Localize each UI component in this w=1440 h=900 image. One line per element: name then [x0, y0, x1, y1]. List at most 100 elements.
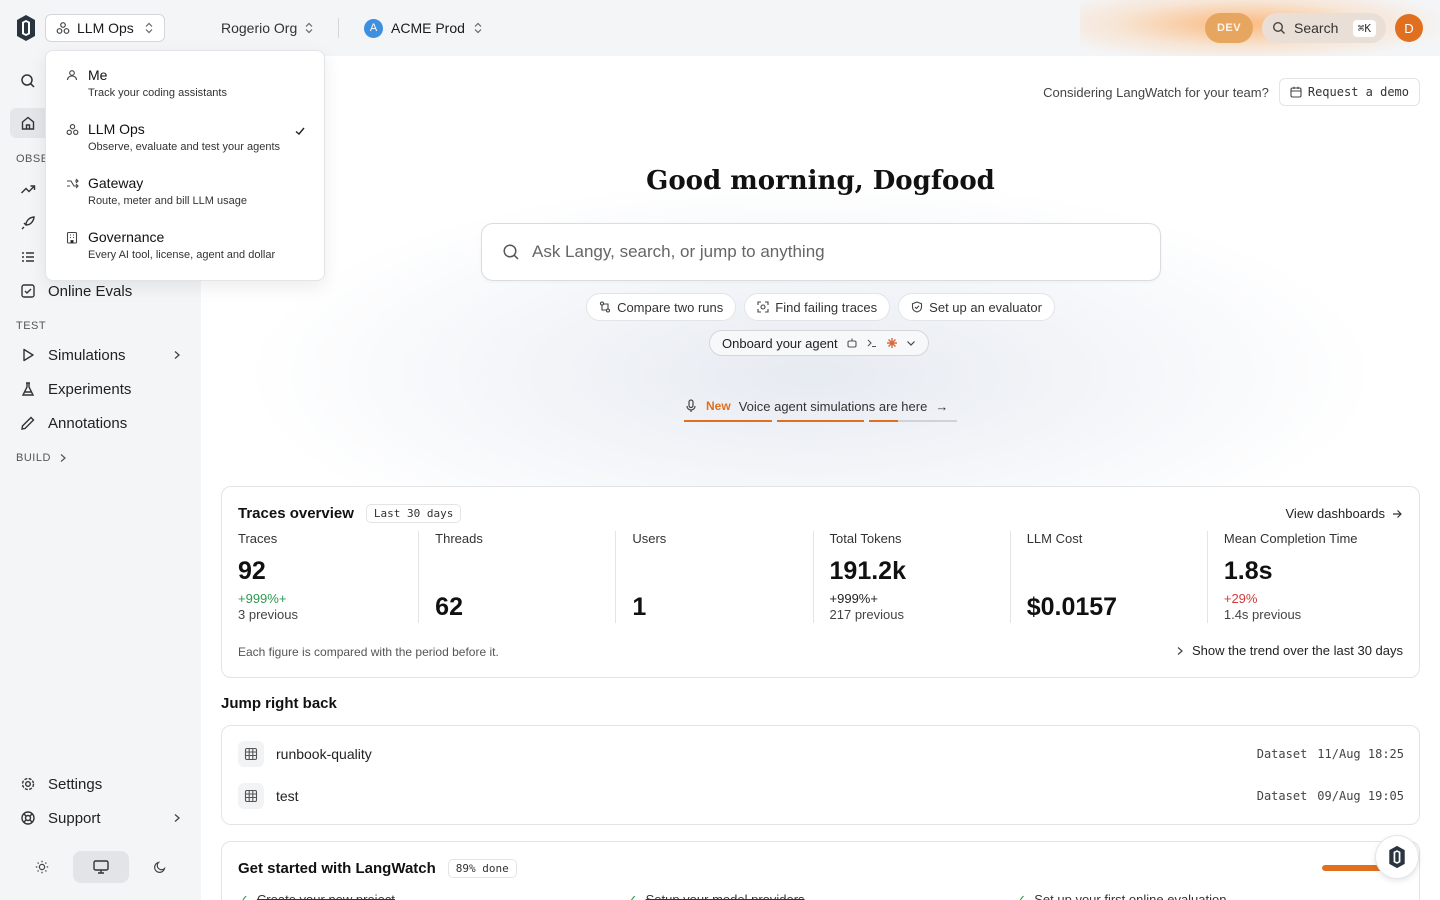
- metric-mean-completion-time[interactable]: Mean Completion Time 1.8s +29% 1.4s prev…: [1206, 531, 1404, 623]
- onboarding-step[interactable]: ✓ Setup your model providers: [627, 892, 1016, 900]
- sidebar-item-annotations[interactable]: Annotations: [10, 408, 190, 438]
- menu-item-me[interactable]: Me Track your coding assistants: [52, 57, 318, 111]
- check-icon: ✓: [1015, 892, 1027, 900]
- theme-system-button[interactable]: [73, 851, 129, 883]
- view-dashboards-link[interactable]: View dashboards: [1286, 506, 1404, 521]
- metric-llm-cost[interactable]: LLM Cost $0.0157: [1009, 531, 1207, 623]
- recent-item-name: runbook-quality: [276, 746, 372, 762]
- recent-item-row[interactable]: test Dataset 09/Aug 19:05: [238, 780, 1404, 812]
- news-banner[interactable]: New Voice agent simulations are here →: [684, 390, 957, 422]
- top-bar: LLM Ops Rogerio Org A ACME Prod DEV Sear…: [0, 0, 1440, 60]
- chip-label: Compare two runs: [617, 299, 724, 315]
- pencil-icon: [21, 416, 35, 430]
- chevron-updown-icon: [145, 22, 153, 34]
- metric-traces[interactable]: Traces 92 +999%+ 3 previous: [238, 531, 418, 623]
- period-badge: Last 30 days: [365, 504, 462, 523]
- onboarding-step[interactable]: ✓ Set up your first online evaluation: [1015, 892, 1404, 900]
- menu-item-desc: Track your coding assistants: [88, 87, 227, 99]
- search-button[interactable]: Search ⌘K: [1262, 13, 1386, 43]
- sidebar-item-home[interactable]: [10, 108, 50, 138]
- demo-banner: Considering LangWatch for your team? Req…: [1043, 78, 1420, 106]
- theme-dark-button[interactable]: [132, 851, 188, 883]
- onboard-agent-button[interactable]: Onboard your agent: [709, 330, 929, 356]
- check-icon: [295, 127, 305, 135]
- org-label: Rogerio Org: [221, 20, 298, 36]
- traces-footnote: Each figure is compared with the period …: [238, 645, 499, 659]
- chip-setup-evaluator[interactable]: Set up an evaluator: [898, 293, 1055, 321]
- menu-item-llm-ops[interactable]: LLM Ops Observe, evaluate and test your …: [52, 111, 318, 165]
- chip-failing-traces[interactable]: Find failing traces: [744, 293, 891, 321]
- ask-langy-input[interactable]: Ask Langy, search, or jump to anything: [481, 223, 1161, 281]
- sidebar-item-experiments[interactable]: Experiments: [10, 374, 190, 404]
- project-label: ACME Prod: [391, 20, 465, 36]
- sidebar-section-build[interactable]: BUILD: [16, 452, 67, 464]
- sidebar-item-traces[interactable]: [10, 242, 50, 272]
- news-progress-fill: [869, 420, 899, 422]
- recent-item-meta: Dataset 09/Aug 19:05: [1257, 789, 1404, 803]
- org-switcher[interactable]: Rogerio Org: [221, 14, 314, 42]
- news-progress-segment: [776, 420, 865, 422]
- project-switcher[interactable]: A ACME Prod: [364, 14, 483, 42]
- product-label: LLM Ops: [77, 20, 134, 36]
- menu-item-desc: Route, meter and bill LLM usage: [88, 195, 247, 207]
- metric-users[interactable]: Users 1: [615, 531, 812, 623]
- chevron-right-icon: [60, 454, 66, 462]
- sidebar-label: Support: [48, 809, 101, 827]
- trending-up-icon: [21, 185, 36, 194]
- metric-total-tokens[interactable]: Total Tokens 191.2k +999%+ 217 previous: [812, 531, 1010, 623]
- recent-item-row[interactable]: runbook-quality Dataset 11/Aug 18:25: [238, 738, 1404, 770]
- langwatch-logo-icon[interactable]: [14, 14, 38, 42]
- topbar-divider: [338, 18, 339, 38]
- play-icon: [23, 348, 34, 362]
- search-shortcut: ⌘K: [1352, 19, 1376, 37]
- show-trend-toggle[interactable]: Show the trend over the last 30 days: [1176, 643, 1403, 658]
- chevron-right-icon: [174, 351, 180, 359]
- menu-item-governance[interactable]: Governance Every AI tool, license, agent…: [52, 219, 318, 273]
- recent-item-time: 09/Aug 19:05: [1317, 789, 1404, 803]
- onboarding-steps: ✓ Create your new project ✓ Setup your mod…: [238, 892, 1404, 900]
- sidebar-label: Online Evals: [48, 282, 133, 300]
- top-glow: [1080, 0, 1440, 60]
- request-demo-button[interactable]: Request a demo: [1278, 78, 1420, 106]
- scan-icon: [757, 301, 769, 313]
- sidebar-item-support[interactable]: Support: [10, 803, 190, 833]
- news-progress-segment: [869, 420, 958, 422]
- search-icon: [21, 74, 35, 88]
- microphone-icon: [686, 399, 696, 412]
- metric-delta: +999%+: [829, 591, 878, 606]
- demo-prompt: Considering LangWatch for your team?: [1043, 84, 1269, 100]
- menu-item-title: Gateway: [88, 175, 144, 191]
- menu-item-title: Me: [88, 67, 108, 83]
- rocket-icon: [21, 216, 35, 230]
- news-tag: New: [706, 399, 731, 413]
- sidebar-item-simulations[interactable]: Simulations: [10, 340, 190, 370]
- onboarding-step[interactable]: ✓ Create your new project: [238, 892, 627, 900]
- compare-icon: [600, 301, 611, 313]
- news-progress: [684, 420, 958, 422]
- gateway-icon: [67, 178, 79, 189]
- building-icon: [66, 231, 78, 244]
- metric-value: $0.0157: [1026, 593, 1118, 621]
- sidebar-search[interactable]: [10, 66, 50, 96]
- theme-switcher: [14, 850, 188, 884]
- metric-previous: 217 previous: [829, 607, 904, 622]
- sidebar-item-settings[interactable]: Settings: [10, 769, 190, 799]
- menu-item-title: Governance: [88, 229, 165, 245]
- product-switcher[interactable]: LLM Ops: [45, 14, 165, 42]
- monitor-icon: [93, 860, 109, 874]
- sidebar-item-rocket[interactable]: [10, 208, 50, 238]
- lifebuoy-icon: [21, 811, 35, 825]
- nodes-icon: [56, 22, 70, 34]
- metric-threads[interactable]: Threads 62: [418, 531, 615, 623]
- chip-compare-runs[interactable]: Compare two runs: [586, 293, 737, 321]
- sidebar-item-analytics[interactable]: [10, 174, 50, 204]
- sparkle-icon: [886, 338, 897, 348]
- langy-assistant-button[interactable]: [1375, 835, 1419, 879]
- metric-label: Traces: [238, 531, 278, 546]
- search-label: Search: [1294, 20, 1339, 36]
- theme-light-button[interactable]: [14, 851, 70, 883]
- menu-item-gateway[interactable]: Gateway Route, meter and bill LLM usage: [52, 165, 318, 219]
- user-avatar[interactable]: D: [1395, 14, 1423, 42]
- news-arrow: →: [935, 398, 949, 414]
- check-icon: ✓: [238, 892, 249, 900]
